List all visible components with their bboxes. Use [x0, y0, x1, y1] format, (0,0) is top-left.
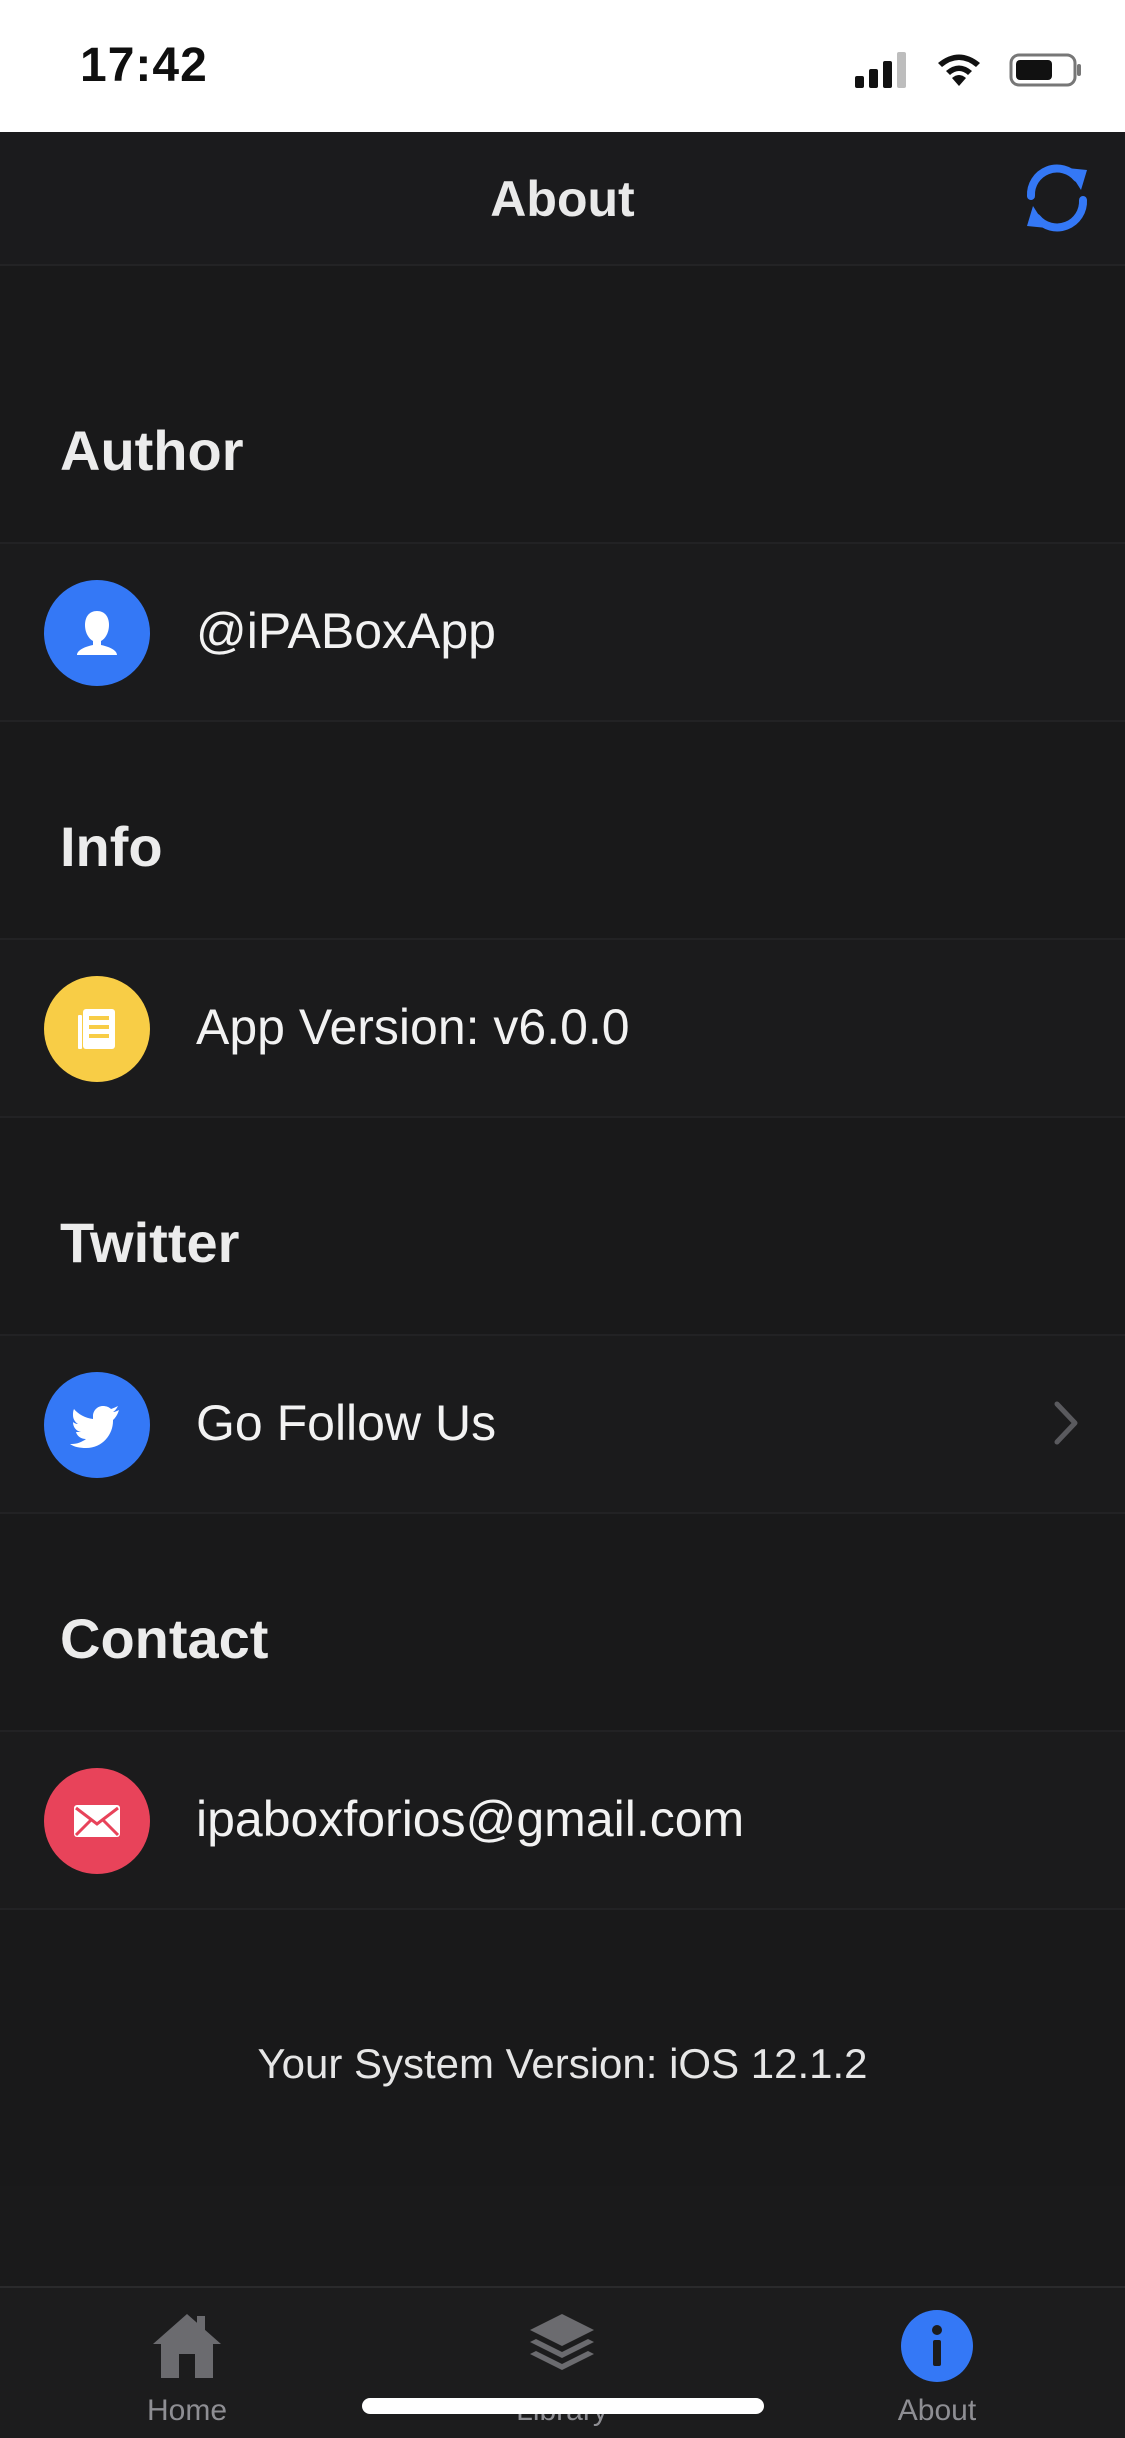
- layers-icon: [530, 2314, 594, 2370]
- status-bar: 17:42: [0, 0, 1125, 132]
- home-indicator: [362, 2398, 764, 2414]
- section-header-author: Author: [60, 419, 244, 482]
- section-header-info: Info: [60, 815, 163, 878]
- tab-bar: Home Library About: [0, 2286, 1125, 2438]
- wifi-icon: [938, 54, 980, 86]
- author-row[interactable]: @iPABoxApp: [0, 542, 1125, 722]
- page-title: About: [490, 171, 635, 227]
- refresh-icon[interactable]: [1017, 158, 1097, 238]
- twitter-icon: [44, 1372, 150, 1478]
- tab-about[interactable]: About: [837, 2308, 1037, 2428]
- info-icon: [901, 2310, 973, 2382]
- contact-email-row[interactable]: ipaboxforios@gmail.com: [0, 1730, 1125, 1910]
- section-header-twitter: Twitter: [60, 1211, 240, 1274]
- home-icon: [153, 2314, 221, 2378]
- document-icon: [44, 976, 150, 1082]
- system-version-text: Your System Version: iOS 12.1.2: [257, 2040, 868, 2087]
- twitter-follow-row[interactable]: Go Follow Us: [0, 1334, 1125, 1514]
- person-icon: [44, 580, 150, 686]
- app-version-label: App Version: v6.0.0: [196, 999, 630, 1055]
- battery-icon: [1009, 53, 1081, 87]
- status-time: 17:42: [80, 39, 208, 92]
- author-label: @iPABoxApp: [196, 603, 496, 659]
- tab-about-label: About: [897, 2394, 977, 2427]
- section-header-contact: Contact: [60, 1607, 269, 1670]
- contact-email-label: ipaboxforios@gmail.com: [196, 1791, 745, 1847]
- status-icons: [855, 50, 1083, 90]
- app-version-row: App Version: v6.0.0: [0, 938, 1125, 1118]
- tab-home[interactable]: Home: [87, 2308, 287, 2428]
- twitter-follow-label: Go Follow Us: [196, 1395, 497, 1451]
- chevron-right-icon: [1054, 1401, 1078, 1445]
- about-content: Author @iPABoxApp Info App Version: v6.0…: [0, 266, 1125, 2186]
- tab-home-label: Home: [146, 2394, 228, 2427]
- mail-icon: [44, 1768, 150, 1874]
- navigation-bar: About: [0, 132, 1125, 266]
- signal-icon: [855, 52, 906, 88]
